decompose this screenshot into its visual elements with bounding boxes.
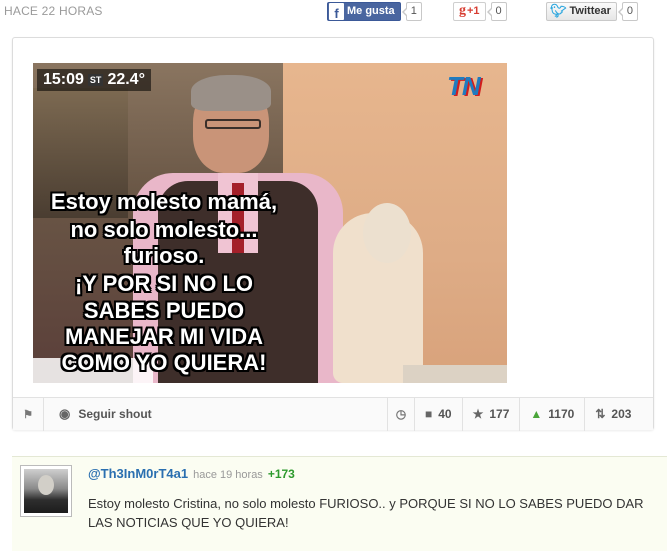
facebook-like-button[interactable]: f Me gusta [327,1,401,21]
comments-stat[interactable]: ■ 40 [414,397,462,431]
broadcast-time: 15:09 [43,71,84,88]
tn-channel-logo: TN [447,71,481,101]
post-timestamp: HACE 22 HORAS [4,4,103,18]
facebook-like-count: 1 [401,1,422,21]
comment-text: Estoy molesto Cristina, no solo molesto … [88,496,644,530]
tweet-label: Twittear [569,5,611,17]
image-presenter-glasses [205,119,261,129]
star-icon: ★ [472,407,484,421]
image-lower-third-right [403,365,507,383]
meme-caption-line: ¡Y POR SI NO LO [74,271,254,296]
gplus-count: 0 [486,1,507,21]
comment-username[interactable]: @Th3InM0rT4a1 [88,466,188,481]
broadcast-st-label: ST [87,74,104,86]
facebook-icon: f [329,2,344,20]
meme-caption-line: Estoy molesto mamá, [50,189,278,214]
comment-score: +173 [267,467,295,481]
reshout-button[interactable]: ⇅ 203 [584,397,641,431]
meme-caption-line: MANEJAR MI VIDA [64,324,263,349]
clock-icon: ◷ [395,407,407,421]
tweet-button[interactable]: 🐦︎ Twittear [546,1,617,21]
meme-caption-line: COMO YO QUIERA! [61,350,267,375]
tweet-count: 0 [617,1,638,21]
favorites-count: 177 [489,407,510,421]
broadcast-temperature: 22.4° [107,71,145,88]
gplus-widget: g +1 0 [453,1,507,21]
history-button[interactable]: ◷ [387,397,414,431]
gplus-label: +1 [467,5,480,17]
gplus-icon: g [459,3,466,18]
facebook-like-widget: f Me gusta 1 [327,1,422,21]
image-broadcast-clock: 15:09 ST 22.4° [37,69,151,91]
twitter-widget: 🐦︎ Twittear 0 [546,1,638,21]
thumbs-up-icon: ▲ [530,407,543,421]
report-button[interactable]: ⚑ [13,398,43,431]
like-button[interactable]: ▲ 1170 [519,397,584,431]
meme-caption-line: no solo molesto... [70,217,258,242]
gplus-button[interactable]: g +1 [453,1,486,21]
meme-caption-line: SABES PUEDO [83,298,245,323]
meme-caption-line: furioso. [123,243,205,268]
likes-count: 1170 [548,407,575,421]
shout-actions-bar: ⚑ ◉ Seguir shout ◷ ■ 40 ★ 177 ▲ 1170 ⇅ 2… [13,397,653,431]
eye-icon: ◉ [59,406,71,421]
twitter-bird-icon: 🐦︎ [550,3,567,18]
reshout-icon: ⇅ [595,407,606,421]
follow-shout-label: Seguir shout [78,407,152,421]
facebook-like-label: Me gusta [347,5,395,17]
avatar-face [38,475,54,495]
follow-shout-button[interactable]: ◉ Seguir shout [43,397,387,431]
comments-count: 40 [438,407,452,421]
flag-icon: ⚑ [23,408,33,421]
image-statue-top [363,203,411,263]
comment-header: @Th3InM0rT4a1 hace 19 horas +173 [88,466,295,481]
avatar[interactable] [20,465,72,517]
favorite-button[interactable]: ★ 177 [461,397,520,431]
comment-item: @Th3InM0rT4a1 hace 19 horas +173 Estoy m… [12,456,667,551]
shout-image[interactable]: 15:09 ST 22.4° TN Estoy molesto mamá, no… [33,63,507,383]
image-presenter-hair [191,75,271,111]
comment-bubble-icon: ■ [425,407,433,421]
reshouts-count: 203 [611,407,632,421]
avatar-image [24,469,68,513]
comment-time: hace 19 horas [193,469,263,481]
shout-card: 15:09 ST 22.4° TN Estoy molesto mamá, no… [12,37,654,431]
